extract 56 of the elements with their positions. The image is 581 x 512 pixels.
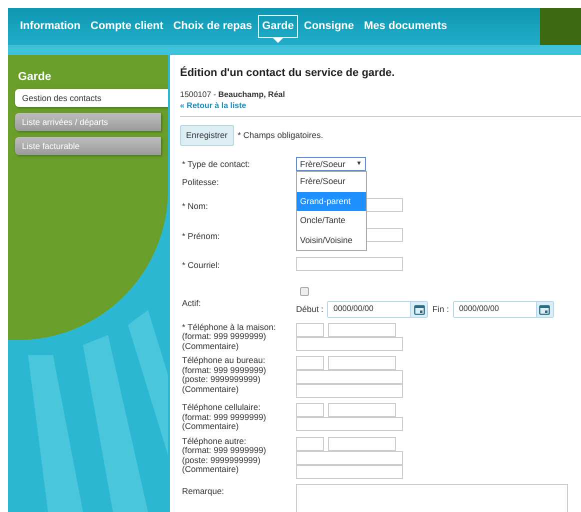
extension-field[interactable] bbox=[296, 450, 403, 464]
extension-field[interactable] bbox=[296, 370, 403, 384]
comment-field[interactable] bbox=[296, 417, 403, 431]
area-code-field[interactable] bbox=[296, 436, 324, 450]
comment-field[interactable] bbox=[296, 336, 403, 350]
date-label: Début : bbox=[296, 302, 324, 316]
field-label: * Nom: bbox=[181, 200, 209, 213]
calendar-button[interactable] bbox=[410, 302, 428, 316]
comment-field[interactable] bbox=[296, 464, 403, 478]
comment-field[interactable] bbox=[296, 384, 403, 398]
sidebar-item[interactable]: Liste facturable bbox=[15, 137, 161, 156]
field-label: Téléphone autre: (format: 999 9999999) (poste: 9999999999) (Commentaire) bbox=[181, 436, 268, 476]
field-label: * Courriel: bbox=[181, 259, 221, 272]
nav-link[interactable]: Consigne bbox=[300, 15, 358, 38]
date-field[interactable]: 0000/00/00 bbox=[452, 300, 554, 318]
select-value: Frère/Soeur bbox=[300, 158, 346, 170]
nav-link[interactable]: Mes documents bbox=[360, 15, 452, 38]
phone-number-field[interactable] bbox=[328, 436, 396, 450]
area-code-field[interactable] bbox=[296, 322, 324, 336]
page-title: Édition d'un contact du service de garde. bbox=[180, 65, 396, 81]
area-code-field[interactable] bbox=[296, 403, 324, 417]
field-label: Actif: bbox=[181, 296, 202, 310]
header-decoration bbox=[540, 8, 581, 45]
dropdown-option[interactable]: Grand-parent bbox=[297, 192, 366, 211]
field-label: * Type de contact: bbox=[181, 158, 251, 171]
date-field[interactable]: 0000/00/00 bbox=[327, 300, 428, 318]
area-code-field[interactable] bbox=[296, 356, 324, 370]
phone-number-field[interactable] bbox=[328, 322, 396, 336]
calendar-icon bbox=[539, 304, 550, 314]
field-label: * Prénom: bbox=[181, 230, 221, 242]
dropdown-option[interactable]: Oncle/Tante bbox=[297, 211, 366, 230]
nav-link[interactable]: Information bbox=[16, 15, 84, 38]
sidebar-item[interactable]: Liste arrivées / départs bbox=[15, 113, 161, 132]
text-field[interactable] bbox=[296, 257, 403, 271]
save-button[interactable]: Enregistrer bbox=[180, 125, 234, 146]
calendar-button[interactable] bbox=[536, 302, 553, 316]
nav-link[interactable]: Compte client bbox=[86, 15, 168, 38]
field-label: * Téléphone à la maison: (format: 999 9999999) (Commentaire) bbox=[181, 322, 277, 351]
remark-field[interactable] bbox=[296, 484, 568, 512]
sidebar-title: Garde bbox=[17, 70, 52, 85]
calendar-icon bbox=[414, 304, 425, 314]
date-label: Fin : bbox=[432, 302, 449, 316]
dropdown-option[interactable]: Voisin/Voisine bbox=[297, 230, 366, 250]
field-label: Remarque: bbox=[181, 484, 226, 498]
required-note: * Champs obligatoires. bbox=[238, 129, 324, 142]
field-label: Téléphone au bureau: (format: 999 9999999) (poste: 9999999999) (Commentaire) bbox=[181, 356, 268, 396]
sidebar-item[interactable]: Gestion des contacts bbox=[15, 89, 168, 108]
phone-number-field[interactable] bbox=[328, 356, 396, 370]
nav-link[interactable]: Choix de repas bbox=[169, 15, 256, 38]
back-link[interactable]: « Retour à la liste bbox=[180, 100, 246, 110]
dropdown-option[interactable]: Frère/Soeur bbox=[297, 172, 366, 192]
checkbox[interactable] bbox=[300, 286, 309, 296]
field-label: Téléphone cellulaire: (format: 999 9999999) (Commentaire) bbox=[181, 403, 268, 432]
record-info: 1500107 - Beauchamp, Réal bbox=[180, 90, 286, 98]
field-label: Politesse: bbox=[181, 178, 220, 189]
phone-number-field[interactable] bbox=[328, 403, 396, 417]
